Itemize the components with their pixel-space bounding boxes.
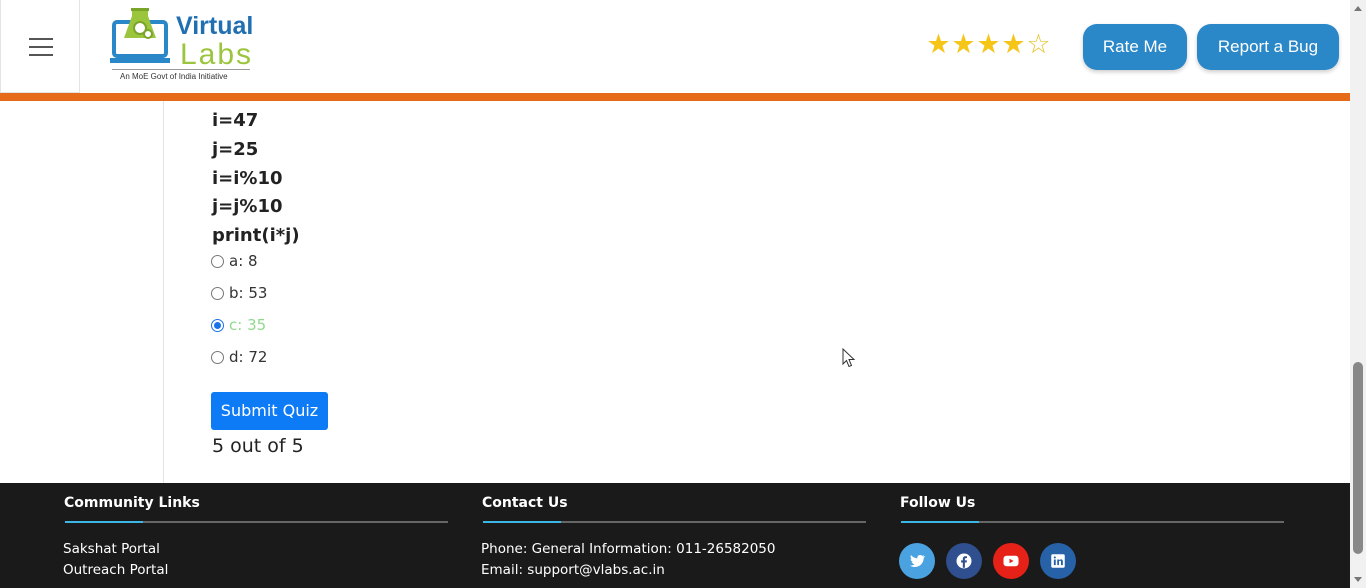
linkedin-icon[interactable]: [1040, 543, 1076, 579]
hamburger-bar: [29, 38, 53, 40]
youtube-icon[interactable]: [993, 543, 1029, 579]
community-links-heading: Community Links: [64, 495, 200, 511]
logo-title: Virtual: [176, 12, 254, 40]
star-rating[interactable]: ★ ★ ★ ★ ☆: [926, 30, 1051, 60]
scroll-down-arrow-icon[interactable]: [1354, 577, 1362, 582]
site-header: Virtual Labs An MoE Govt of India Initia…: [0, 0, 1350, 93]
star-empty-icon[interactable]: ☆: [1026, 30, 1051, 60]
heading-underline: [483, 521, 866, 523]
code-line: i=47: [212, 110, 259, 131]
heading-underline: [901, 521, 1284, 523]
hamburger-menu-button[interactable]: [0, 0, 80, 93]
option-b[interactable]: b: 53: [211, 284, 267, 302]
report-bug-button[interactable]: Report a Bug: [1197, 24, 1339, 70]
code-line: print(i*j): [212, 225, 300, 247]
sakshat-portal-link[interactable]: Sakshat Portal: [63, 541, 160, 557]
logo-tagline: An MoE Govt of India Initiative: [120, 72, 228, 81]
quiz-score: 5 out of 5: [212, 435, 304, 457]
option-a[interactable]: a: 8: [211, 252, 258, 270]
heading-underline: [65, 521, 448, 523]
option-b-label: b: 53: [229, 284, 268, 302]
header-accent-bar: [0, 93, 1350, 101]
star-filled-icon[interactable]: ★: [976, 30, 1001, 60]
code-line: i=i%10: [212, 167, 283, 189]
logo-subtitle: Labs: [180, 38, 254, 71]
radio-a[interactable]: [211, 254, 224, 268]
contact-us-heading: Contact Us: [482, 495, 568, 511]
rate-me-button[interactable]: Rate Me: [1083, 24, 1187, 70]
outreach-portal-link[interactable]: Outreach Portal: [63, 562, 168, 578]
follow-us-heading: Follow Us: [900, 495, 976, 511]
code-line: j=25: [212, 138, 259, 160]
radio-c[interactable]: [211, 318, 224, 332]
mouse-pointer-icon: [842, 348, 856, 368]
question-code: i=47 j=25 i=i%10 j=j%10 print(i*j): [212, 107, 300, 251]
code-line: j=j%10: [212, 196, 283, 218]
star-filled-icon[interactable]: ★: [951, 30, 976, 60]
quiz-section: i=47 j=25 i=i%10 j=j%10 print(i*j) a: 8 …: [0, 101, 1350, 483]
hamburger-bar: [29, 54, 53, 56]
radio-d[interactable]: [211, 350, 224, 364]
option-d-label: d: 72: [229, 348, 268, 366]
scrollbar-thumb[interactable]: [1353, 362, 1363, 554]
star-filled-icon[interactable]: ★: [926, 30, 951, 60]
scroll-up-arrow-icon[interactable]: [1354, 6, 1362, 11]
contact-email[interactable]: Email: support@vlabs.ac.in: [481, 562, 665, 578]
contact-phone: Phone: General Information: 011-26582050: [481, 541, 776, 557]
star-filled-icon[interactable]: ★: [1001, 30, 1026, 60]
flask-monitor-icon: [110, 8, 170, 63]
radio-b[interactable]: [211, 286, 224, 300]
virtual-labs-logo[interactable]: Virtual Labs An MoE Govt of India Initia…: [108, 8, 258, 86]
option-d[interactable]: d: 72: [211, 348, 267, 366]
submit-quiz-button[interactable]: Submit Quiz: [211, 392, 328, 430]
option-a-label: a: 8: [229, 252, 258, 270]
vertical-scrollbar[interactable]: [1350, 0, 1366, 588]
option-c[interactable]: c: 35: [211, 316, 266, 334]
sidebar-divider: [163, 101, 164, 483]
twitter-icon[interactable]: [899, 543, 935, 579]
facebook-icon[interactable]: [946, 543, 982, 579]
site-footer: Community Links Sakshat Portal Outreach …: [0, 483, 1350, 588]
logo-divider: [112, 69, 250, 70]
hamburger-bar: [29, 46, 53, 48]
option-c-label: c: 35: [229, 316, 267, 334]
